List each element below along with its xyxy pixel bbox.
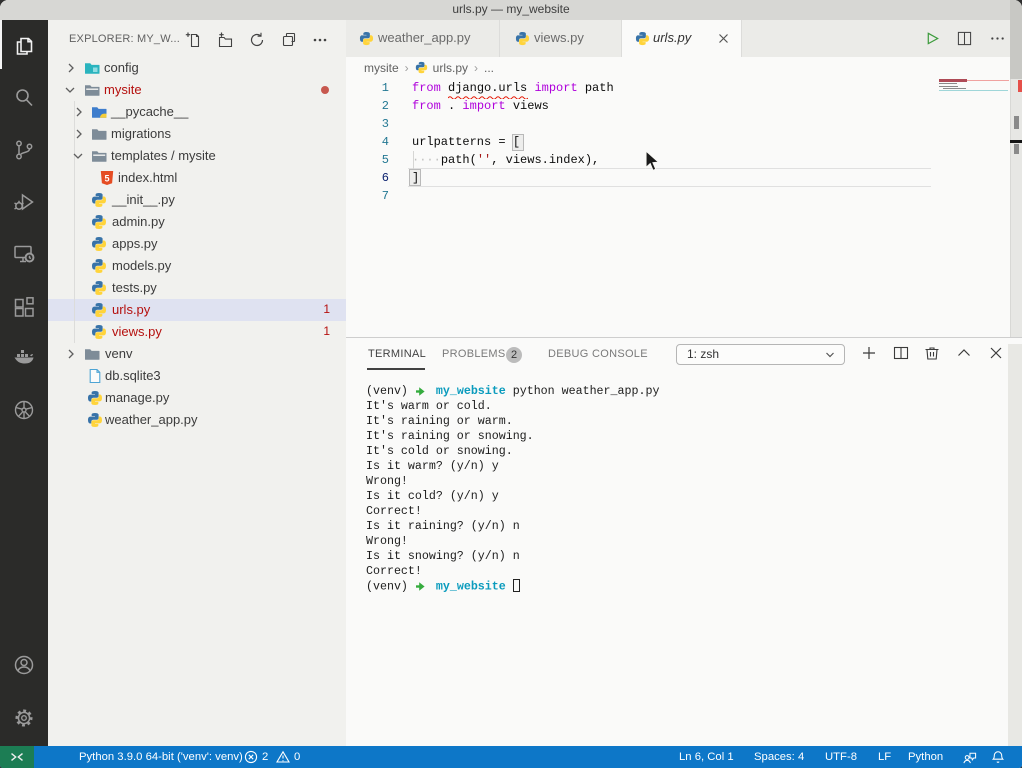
svg-text:5: 5 xyxy=(104,174,109,184)
